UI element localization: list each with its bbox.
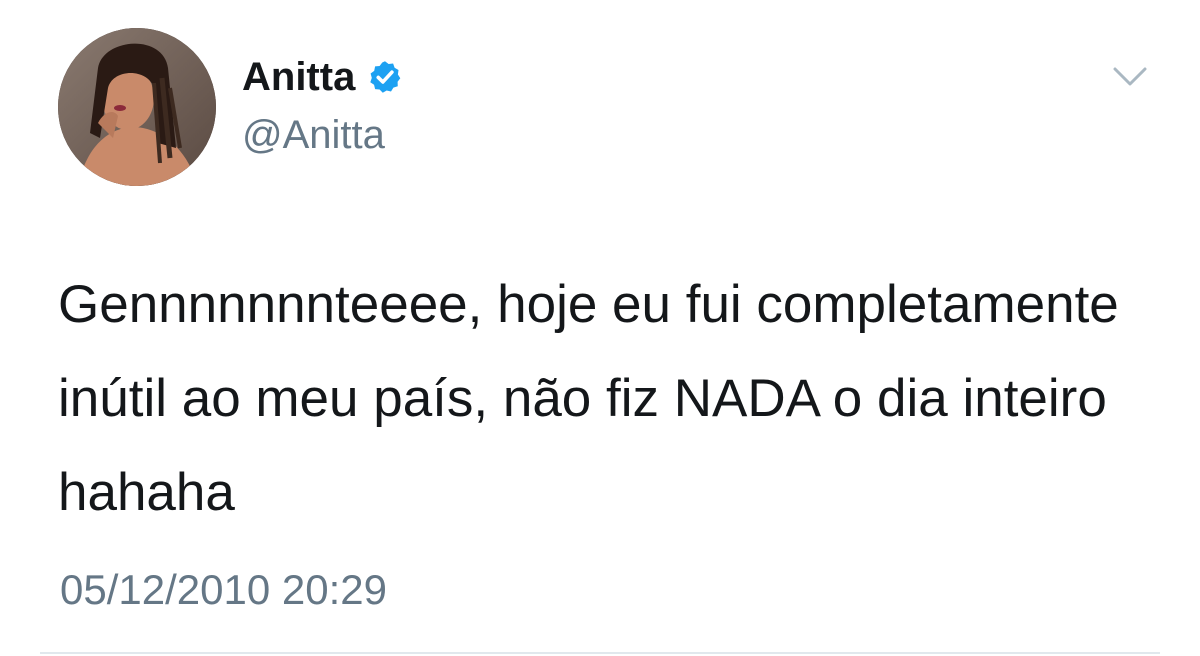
tweet-card: Anitta @Anitta Gennnnnnnteeee, hoje eu f… [0, 0, 1200, 656]
avatar[interactable] [58, 28, 216, 186]
author-display-name[interactable]: Anitta [242, 52, 355, 102]
chevron-down-icon[interactable] [1112, 64, 1148, 90]
tweet-timestamp[interactable]: 05/12/2010 20:29 [60, 562, 387, 618]
avatar-image [58, 28, 216, 186]
verified-badge-icon [367, 59, 403, 95]
author-name-row: Anitta [242, 52, 403, 102]
divider [40, 652, 1160, 654]
tweet-text: Gennnnnnnteeee, hoje eu fui completament… [58, 275, 1119, 522]
author-handle[interactable]: @Anitta [242, 110, 385, 160]
